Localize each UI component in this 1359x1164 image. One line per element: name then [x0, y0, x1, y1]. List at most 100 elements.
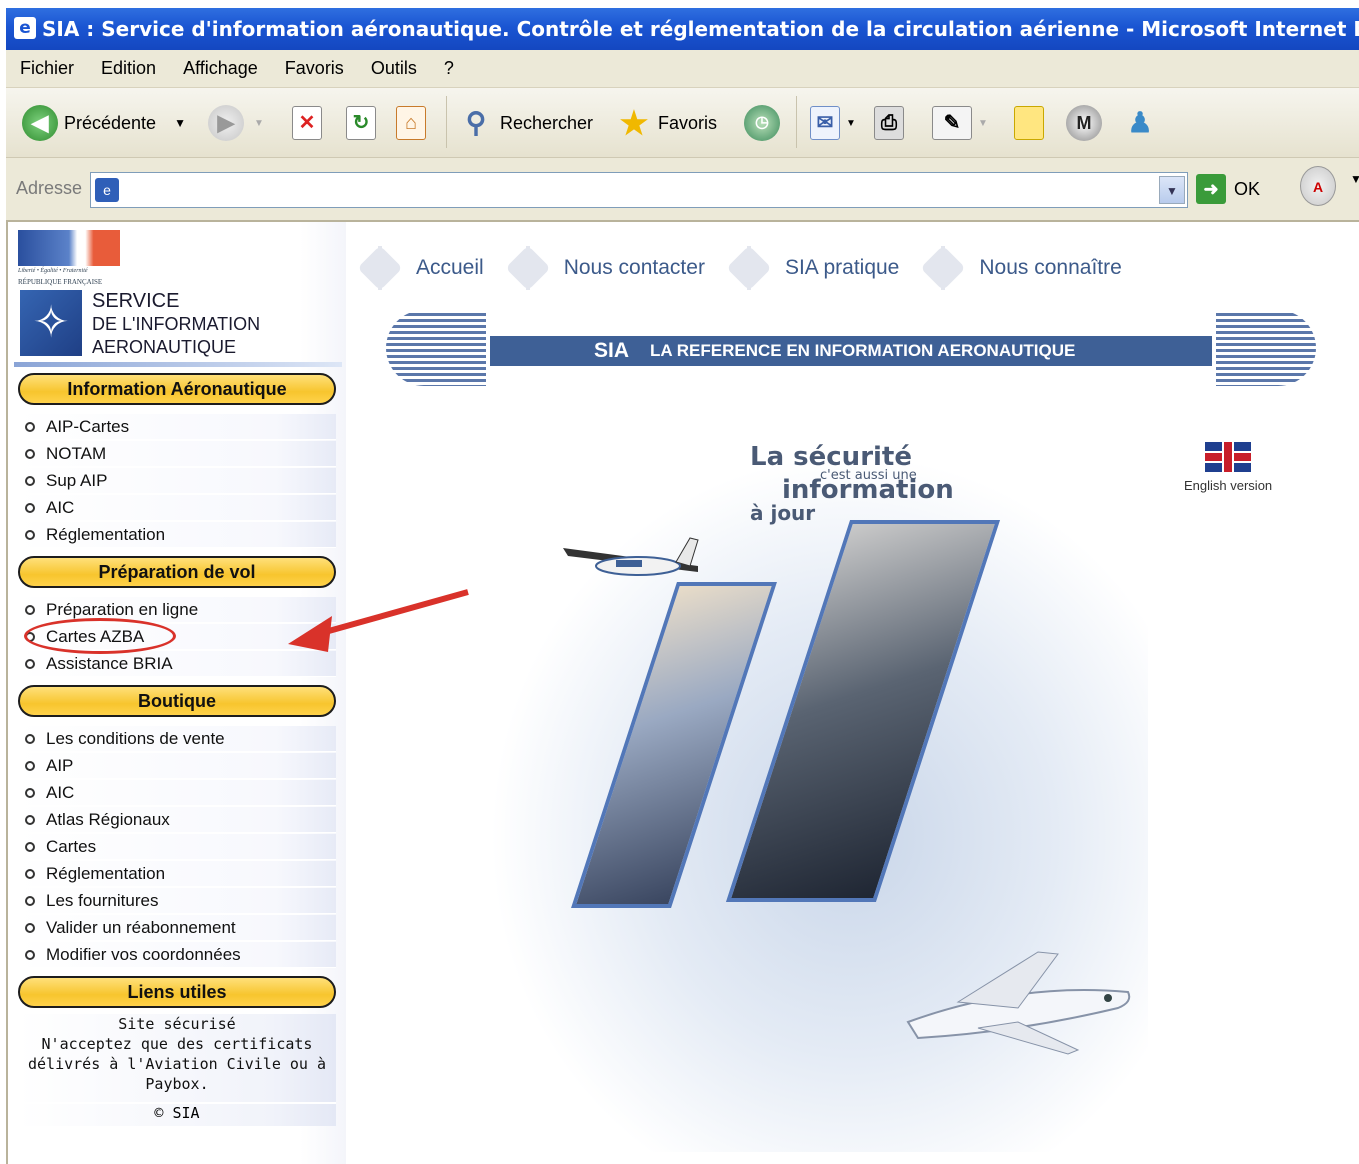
m-logo-icon: M: [1066, 105, 1102, 141]
address-label: Adresse: [16, 178, 83, 198]
banner-left-cap: [386, 310, 486, 386]
uk-flag-icon: [1205, 442, 1252, 472]
edit-icon: ✎: [932, 106, 972, 140]
sidebar-item-reabonnement[interactable]: Valider un réabonnement: [16, 915, 336, 941]
banner-band: SIA LA REFERENCE EN INFORMATION AERONAUT…: [490, 336, 1212, 366]
banner-tagline: LA REFERENCE EN INFORMATION AERONAUTIQUE: [650, 341, 1076, 360]
mail-dropdown-icon[interactable]: ▼: [846, 118, 856, 129]
republic-motto: Liberté • Égalité • Fraternité: [18, 268, 88, 274]
messenger-button[interactable]: M: [1066, 101, 1102, 145]
back-dropdown-icon[interactable]: ▼: [174, 116, 186, 130]
sidebar-item-coordonnees[interactable]: Modifier vos coordonnées: [16, 942, 336, 968]
sidebar-item-conditions-de-vente[interactable]: Les conditions de vente: [16, 726, 336, 752]
mail-button[interactable]: ✉ ▼: [810, 101, 856, 145]
top-nav: Accueil Nous contacter SIA pratique Nous…: [358, 240, 1144, 296]
forward-dropdown-icon[interactable]: ▼: [254, 118, 264, 129]
address-bar: Adresse e ▼ ➜ OK A ▼: [6, 158, 1359, 222]
favorites-button[interactable]: ★ Favoris: [616, 101, 717, 145]
nav-label: Nous connaître: [979, 256, 1122, 279]
sidebar-item-notam[interactable]: NOTAM: [16, 441, 336, 467]
print-icon: ⎙: [874, 106, 904, 140]
secure-line: délivrés à l'Aviation Civile ou à: [27, 1055, 326, 1073]
search-button[interactable]: ⚲ Rechercher: [458, 101, 593, 145]
nav-label: Accueil: [416, 256, 484, 279]
sidebar-item-aic[interactable]: AIC: [16, 495, 336, 521]
banner-sia: SIA: [594, 339, 630, 362]
nav-nous-connaitre[interactable]: Nous connaître: [921, 246, 1122, 290]
menu-help[interactable]: ?: [444, 58, 454, 79]
sidebar-item-boutique-aip[interactable]: AIP: [16, 753, 336, 779]
logo-divider: [14, 362, 342, 367]
marianne-logo: [18, 230, 120, 266]
hero-image: La sécurité c'est aussi une information …: [488, 422, 1148, 1162]
ie-icon: e: [14, 17, 36, 39]
star-icon: ★: [619, 105, 649, 141]
contacts-button[interactable]: ♟: [1122, 101, 1158, 145]
menu-favoris[interactable]: Favoris: [285, 58, 344, 79]
nav-sia-pratique[interactable]: SIA pratique: [727, 246, 899, 290]
back-button[interactable]: ◀ Précédente ▼: [22, 101, 186, 145]
browser-window: e SIA : Service d'information aéronautiq…: [0, 0, 1359, 1164]
sidebar-item-sup-aip[interactable]: Sup AIP: [16, 468, 336, 494]
sidebar-item-boutique-reglementation[interactable]: Réglementation: [16, 861, 336, 887]
address-dropdown-icon[interactable]: ▼: [1159, 176, 1185, 204]
nav-bullet-icon: [727, 246, 771, 290]
section-boutique[interactable]: Boutique: [18, 685, 336, 717]
pdf-dropdown-icon[interactable]: ▼: [1350, 172, 1359, 186]
banner-right-cap: [1216, 310, 1316, 386]
sidebar-item-cartes[interactable]: Cartes: [16, 834, 336, 860]
menu-edition[interactable]: Edition: [101, 58, 156, 79]
sidebar-item-fournitures[interactable]: Les fournitures: [16, 888, 336, 914]
menu-affichage[interactable]: Affichage: [183, 58, 258, 79]
print-button[interactable]: ⎙: [874, 101, 904, 145]
sidebar-item-atlas-regionaux[interactable]: Atlas Régionaux: [16, 807, 336, 833]
toolbar: ◀ Précédente ▼ ▶ ▼ ✕ ↻ ⌂ ⚲ Rechercher ★ …: [6, 88, 1359, 158]
english-version-link[interactable]: English version: [1184, 442, 1272, 493]
favorites-label: Favoris: [658, 112, 718, 133]
back-label: Précédente: [64, 112, 157, 133]
edit-button[interactable]: ✎ ▼: [932, 101, 988, 145]
note-icon: [1014, 106, 1044, 140]
menu-fichier[interactable]: Fichier: [20, 58, 74, 79]
menu-outils[interactable]: Outils: [371, 58, 417, 79]
banner: SIA LA REFERENCE EN INFORMATION AERONAUT…: [386, 310, 1316, 386]
copyright: © SIA: [18, 1102, 336, 1122]
republic-label: RÉPUBLIQUE FRANÇAISE: [18, 278, 103, 286]
sidebar-item-aip-cartes[interactable]: AIP-Cartes: [16, 414, 336, 440]
users-icon: ♟: [1127, 107, 1153, 138]
nav-label: Nous contacter: [563, 256, 705, 279]
refresh-button[interactable]: ↻: [346, 101, 376, 145]
sidebar: Liberté • Égalité • Fraternité RÉPUBLIQU…: [10, 222, 346, 1164]
history-icon: ◷: [744, 105, 780, 141]
stop-button[interactable]: ✕: [292, 101, 322, 145]
refresh-icon: ↻: [346, 106, 376, 140]
pdf-icon[interactable]: A: [1300, 166, 1336, 206]
discuss-button[interactable]: [1014, 101, 1044, 145]
secure-line: Site sécurisé: [118, 1015, 236, 1033]
sidebar-item-boutique-aic[interactable]: AIC: [16, 780, 336, 806]
nav-bullet-icon: [358, 246, 402, 290]
back-arrow-icon: ◀: [22, 105, 58, 141]
nav-nous-contacter[interactable]: Nous contacter: [506, 246, 705, 290]
edit-dropdown-icon[interactable]: ▼: [978, 118, 988, 129]
service-name: SERVICE DE L'INFORMATION AERONAUTIQUE: [92, 290, 260, 359]
address-input[interactable]: e ▼: [90, 172, 1188, 208]
nav-bullet-icon: [506, 246, 550, 290]
window-title: SIA : Service d'information aéronautique…: [42, 17, 1359, 41]
title-bar: e SIA : Service d'information aéronautiq…: [6, 8, 1359, 50]
section-liens-utiles[interactable]: Liens utiles: [18, 976, 336, 1008]
section-information-aeronautique[interactable]: Information Aéronautique: [18, 373, 336, 405]
red-arrow-annotation: [288, 589, 469, 652]
sidebar-item-reglementation[interactable]: Réglementation: [16, 522, 336, 548]
forward-arrow-icon: ▶: [208, 105, 244, 141]
home-button[interactable]: ⌂: [396, 101, 426, 145]
highlight-circle: [24, 618, 176, 654]
nav-label: SIA pratique: [784, 256, 900, 279]
nav-accueil[interactable]: Accueil: [358, 246, 484, 290]
forward-button[interactable]: ▶ ▼: [208, 101, 264, 145]
history-button[interactable]: ◷: [744, 101, 780, 145]
go-button[interactable]: ➜ OK: [1196, 174, 1260, 204]
airliner-icon: [906, 951, 1131, 1055]
search-icon: ⚲: [465, 107, 487, 138]
hero-slogan: La sécurité c'est aussi une information …: [750, 442, 954, 525]
